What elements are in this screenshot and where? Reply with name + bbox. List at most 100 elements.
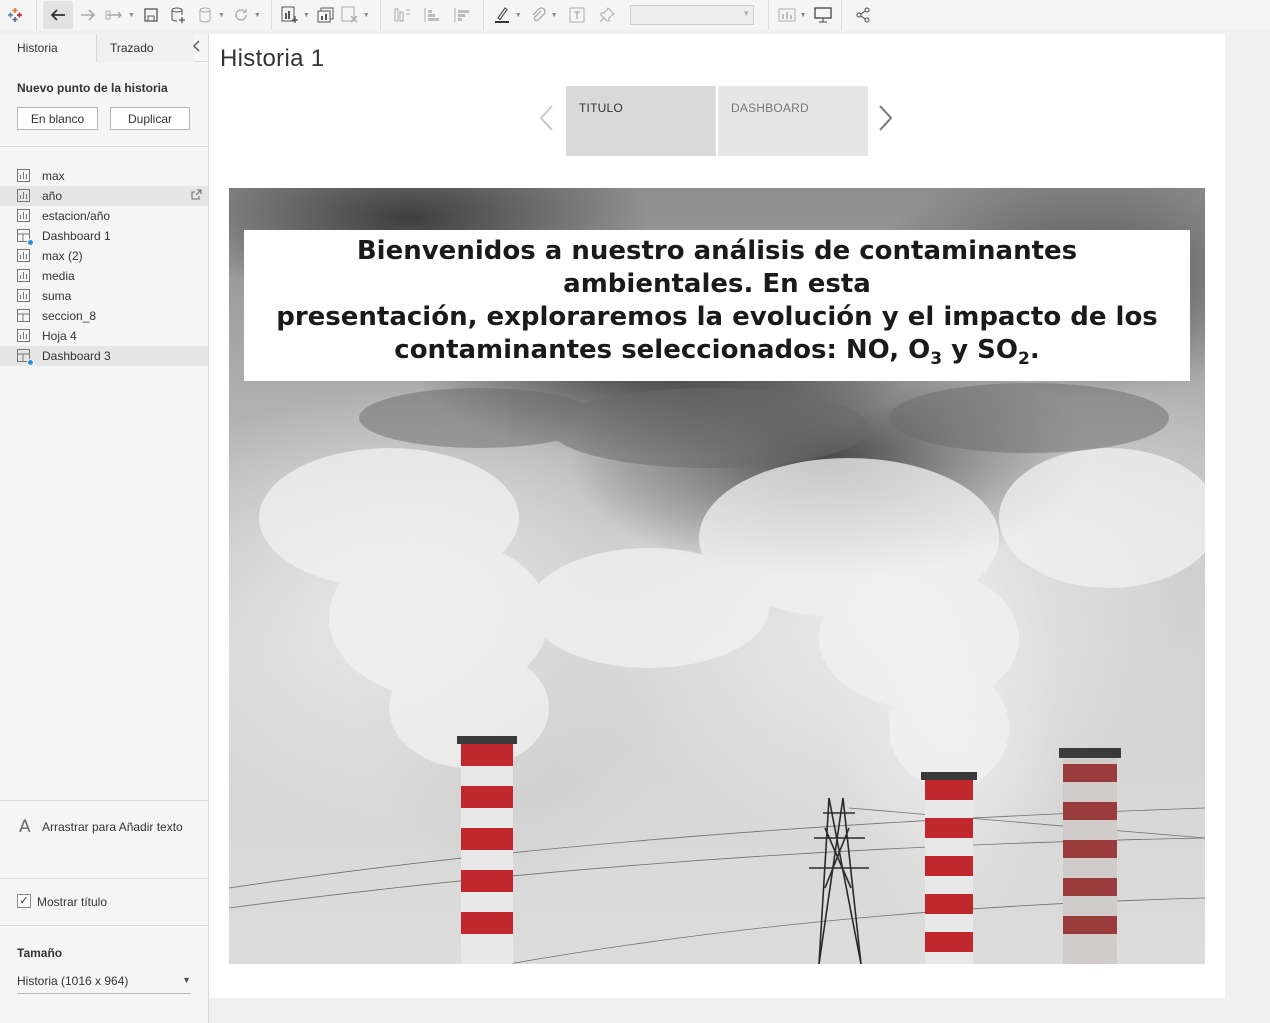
sheet-item-label: seccion_8 xyxy=(42,309,97,323)
save-icon[interactable] xyxy=(139,1,163,29)
caption-line-1: Bienvenidos a nuestro análisis de contam… xyxy=(356,235,1078,299)
toolbar-divider xyxy=(36,0,37,30)
open-sheet-icon[interactable] xyxy=(191,189,202,200)
sheet-item-label: suma xyxy=(42,289,72,303)
pollution-image: Bienvenidos a nuestro análisis de contam… xyxy=(229,188,1205,964)
group-icon[interactable] xyxy=(526,1,550,29)
show-title-checkbox[interactable]: ✓ xyxy=(17,894,31,908)
sheet-item-label: estacion/año xyxy=(42,209,111,223)
dashboard-icon xyxy=(17,229,34,246)
clear-sheet-icon[interactable] xyxy=(338,1,362,29)
sheet-item-media[interactable]: media xyxy=(0,266,208,286)
show-me-icon[interactable] xyxy=(775,1,799,29)
used-in-story-badge xyxy=(27,239,34,246)
sheet-item-ano[interactable]: año xyxy=(0,186,208,206)
pause-updates-icon[interactable] xyxy=(193,1,217,29)
highlight-icon[interactable] xyxy=(490,1,514,29)
tab-trazado[interactable]: Trazado xyxy=(97,34,194,62)
group-dropdown-icon[interactable]: ▼ xyxy=(551,12,558,19)
toolbar-divider xyxy=(840,0,842,30)
caption-line-3: contaminantes seleccionados: NO, O xyxy=(394,334,931,365)
size-section: Tamaño Historia (1016 x 964) ▼ xyxy=(0,925,208,1023)
story-point-dashboard[interactable]: DASHBOARD xyxy=(718,86,868,156)
show-labels-icon[interactable] xyxy=(562,1,592,29)
new-worksheet-icon[interactable] xyxy=(278,1,302,29)
show-me-dropdown-icon[interactable]: ▼ xyxy=(800,12,807,19)
toolbar-divider xyxy=(379,0,381,30)
new-worksheet-dropdown-icon[interactable]: ▼ xyxy=(303,12,310,19)
sheet-item-label: media xyxy=(42,269,75,283)
sheet-item-dashboard-3[interactable]: Dashboard 3 xyxy=(0,346,208,366)
collapse-sidebar-icon[interactable] xyxy=(192,40,200,52)
worksheet-icon xyxy=(17,269,31,283)
toolbar-divider xyxy=(767,0,769,30)
size-title: Tamaño xyxy=(17,946,63,960)
swap-dropdown-icon[interactable]: ▼ xyxy=(128,12,135,19)
caption-mid: y SO xyxy=(942,334,1018,365)
worksheet-icon xyxy=(17,329,31,343)
sheet-item-dashboard-1[interactable]: Dashboard 1 xyxy=(0,226,208,246)
fit-dropdown[interactable] xyxy=(629,5,754,25)
undo-icon[interactable] xyxy=(43,1,73,29)
sheet-item-label: max (2) xyxy=(42,249,83,263)
show-title-label[interactable]: Mostrar título xyxy=(37,895,107,909)
previous-point-button[interactable] xyxy=(535,98,559,138)
blank-button[interactable]: En blanco xyxy=(17,107,98,130)
story-title[interactable]: Historia 1 xyxy=(220,45,324,73)
duplicate-sheet-icon[interactable] xyxy=(314,1,338,29)
story-point-titulo[interactable]: TITULO xyxy=(566,86,716,156)
dashboard-icon xyxy=(17,349,34,366)
pause-dropdown-icon[interactable]: ▼ xyxy=(218,12,225,19)
sheet-item-hoja-4[interactable]: Hoja 4 xyxy=(0,326,208,346)
swap-axes-icon[interactable] xyxy=(387,1,417,29)
next-point-button[interactable] xyxy=(873,98,897,138)
caption-line-2: presentación, exploraremos la evolución … xyxy=(276,301,1158,332)
sheet-list: max año estacion/año Dashboard 1 max (2)… xyxy=(0,147,208,366)
duplicate-button[interactable]: Duplicar xyxy=(110,107,190,130)
refresh-dropdown-icon[interactable]: ▼ xyxy=(254,12,261,19)
worksheet-icon xyxy=(17,189,31,203)
sheet-item-max-2[interactable]: max (2) xyxy=(0,246,208,266)
chimney-left xyxy=(457,736,517,964)
sheet-item-label: Hoja 4 xyxy=(42,329,77,343)
share-icon[interactable] xyxy=(848,1,878,29)
highlight-dropdown-icon[interactable]: ▼ xyxy=(515,12,522,19)
presentation-icon[interactable] xyxy=(811,1,835,29)
sheet-item-max[interactable]: max xyxy=(0,166,208,186)
story-canvas: Historia 1 TITULO DASHBOARD Bienvenidos … xyxy=(209,34,1225,998)
sheet-item-label: Dashboard 1 xyxy=(42,229,111,243)
new-point-buttons: En blanco Duplicar xyxy=(0,107,208,146)
sheet-item-seccion-8[interactable]: seccion_8 xyxy=(0,306,208,326)
pin-icon[interactable] xyxy=(592,1,622,29)
drag-text-object[interactable]: A Arrastrar para Añadir texto xyxy=(0,800,208,878)
sort-ascending-icon[interactable] xyxy=(417,1,447,29)
size-dropdown[interactable]: Historia (1016 x 964) ▼ xyxy=(17,974,191,994)
used-in-story-badge xyxy=(27,359,34,366)
text-icon: A xyxy=(19,817,31,837)
title-text-box[interactable]: Bienvenidos a nuestro análisis de contam… xyxy=(244,230,1190,381)
tab-historia[interactable]: Historia xyxy=(0,34,97,62)
sheet-item-estacion-ano[interactable]: estacion/año xyxy=(0,206,208,226)
new-datasource-icon[interactable] xyxy=(163,1,193,29)
caption-end: . xyxy=(1029,334,1040,365)
worksheet-icon xyxy=(17,289,31,303)
worksheet-icon xyxy=(17,209,31,223)
refresh-icon[interactable] xyxy=(229,1,253,29)
chevron-down-icon: ▼ xyxy=(182,975,191,985)
toolbar-divider xyxy=(482,0,484,30)
swap-icon[interactable] xyxy=(103,1,127,29)
story-sidebar: Historia Trazado Nuevo punto de la histo… xyxy=(0,34,209,1023)
chimney-center xyxy=(921,772,977,964)
o3-subscript: 3 xyxy=(930,349,943,370)
tableau-logo-icon[interactable] xyxy=(0,1,30,29)
clear-dropdown-icon[interactable]: ▼ xyxy=(363,12,370,19)
sheet-item-suma[interactable]: suma xyxy=(0,286,208,306)
worksheet-icon xyxy=(17,249,31,263)
so2-subscript: 2 xyxy=(1017,349,1030,370)
sort-descending-icon[interactable] xyxy=(447,1,477,29)
sheet-item-label: año xyxy=(42,189,63,203)
sheet-item-label: max xyxy=(42,169,65,183)
sidebar-tabs: Historia Trazado xyxy=(0,34,208,62)
chimney-right xyxy=(1059,748,1121,964)
redo-icon[interactable] xyxy=(73,1,103,29)
